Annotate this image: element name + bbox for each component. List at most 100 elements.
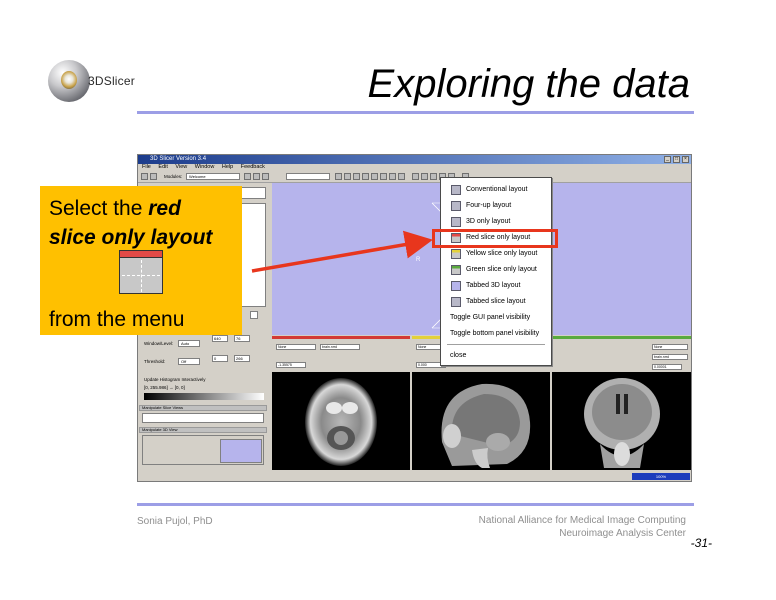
- menu-item-close[interactable]: close: [441, 348, 551, 364]
- maximize-button[interactable]: □: [673, 156, 680, 163]
- load-scene-icon[interactable]: [141, 173, 148, 180]
- menu-window[interactable]: Window: [195, 164, 215, 170]
- yellow-slice-view-sagittal[interactable]: [412, 372, 550, 470]
- green-slice-layout-icon: [451, 265, 461, 275]
- module-search-icon[interactable]: [262, 173, 269, 180]
- red-bg-select[interactable]: brain.nrrd: [320, 344, 360, 350]
- menu-item-label: Toggle bottom panel visibility: [450, 330, 540, 337]
- red-slice-stripe: [272, 336, 410, 339]
- sagittal-brain-image: [441, 383, 531, 468]
- tool-icon-4[interactable]: [362, 173, 369, 180]
- menu-item-green-slice-only-layout[interactable]: Green slice only layout: [441, 262, 551, 278]
- slicer-logo-icon: [48, 60, 90, 102]
- tool-icon-1[interactable]: [335, 173, 342, 180]
- save-icon[interactable]: [150, 173, 157, 180]
- red-fg-select[interactable]: None: [276, 344, 316, 350]
- green-fg-select[interactable]: None: [652, 344, 688, 350]
- green-slice-stripe: [552, 336, 691, 339]
- module-prev-icon[interactable]: [244, 173, 251, 180]
- menu-separator: [447, 344, 545, 345]
- menu-item-label: Conventional layout: [466, 186, 528, 193]
- status-bar: 100%: [272, 471, 691, 481]
- tool-icon-9[interactable]: [412, 173, 419, 180]
- menu-item-four-up-layout[interactable]: Four-up layout: [441, 198, 551, 214]
- menu-item-label: Yellow slice only layout: [466, 250, 538, 257]
- footer-institution-line1: National Alliance for Medical Image Comp…: [478, 515, 686, 526]
- tool-icon-6[interactable]: [380, 173, 387, 180]
- menu-item-label: Green slice only layout: [466, 266, 537, 273]
- threshold-max[interactable]: 266: [234, 355, 250, 362]
- top-divider: [137, 111, 694, 114]
- modules-label: Modules:: [164, 174, 183, 179]
- callout-text: Select the red slice only layout: [49, 194, 212, 252]
- close-window-button[interactable]: ×: [682, 156, 689, 163]
- callout-line1: Select the: [49, 197, 149, 220]
- callout-emphasis-red: red: [148, 197, 181, 220]
- menu-item-label: Four-up layout: [466, 202, 512, 209]
- module-selector[interactable]: Welcome: [186, 173, 240, 180]
- menu-item-yellow-slice-only-layout[interactable]: Yellow slice only layout: [441, 246, 551, 262]
- page-number: -31-: [690, 536, 712, 550]
- menu-item-label: Toggle GUI panel visibility: [450, 314, 531, 321]
- green-slice-controller: None brain.nrrd 0.00001: [552, 336, 691, 372]
- green-bg-select[interactable]: brain.nrrd: [652, 354, 688, 360]
- viewer-label-r: R: [416, 257, 421, 263]
- threshold-mode[interactable]: Off: [178, 358, 200, 365]
- tabbed-slice-layout-icon: [451, 297, 461, 307]
- menu-item-tabbed-3d-layout[interactable]: Tabbed 3D layout: [441, 278, 551, 294]
- slice-views-controls[interactable]: [142, 413, 264, 423]
- window-level-mode[interactable]: Auto: [178, 340, 200, 347]
- vertical-crosshair: [141, 260, 142, 292]
- window-titlebar: 3D Slicer Version 3.4 _ □ ×: [138, 155, 691, 164]
- callout-emphasis-layout: slice only layout: [49, 226, 213, 249]
- menu-item-toggle-gui-panel[interactable]: Toggle GUI panel visibility: [441, 310, 551, 326]
- histogram-gradient: [144, 393, 264, 400]
- histogram-range: [0, 255.986] → [0, 0]: [144, 385, 185, 390]
- window-value[interactable]: 640: [212, 335, 228, 342]
- tool-icon-7[interactable]: [389, 173, 396, 180]
- green-offset-field[interactable]: 0.00001: [652, 364, 682, 370]
- module-next-icon[interactable]: [253, 173, 260, 180]
- threshold-min[interactable]: 0: [212, 355, 228, 362]
- coronal-brain-image: [584, 378, 660, 468]
- tool-icon-11[interactable]: [430, 173, 437, 180]
- tool-icon-3[interactable]: [353, 173, 360, 180]
- callout-footer: from the menu: [49, 308, 185, 331]
- horizontal-crosshair: [122, 275, 160, 276]
- menu-view[interactable]: View: [175, 164, 187, 170]
- menu-feedback[interactable]: Feedback: [241, 164, 265, 170]
- manipulate-slice-views-header[interactable]: Manipulate Slice Views: [139, 405, 267, 411]
- histogram-checkbox[interactable]: Update Histogram Interactively: [144, 377, 206, 383]
- spin-icon[interactable]: [250, 311, 258, 319]
- green-slice-view-coronal[interactable]: [552, 372, 691, 470]
- highlight-box: [432, 229, 558, 248]
- tool-icon-2[interactable]: [344, 173, 351, 180]
- tool-icon-10[interactable]: [421, 173, 428, 180]
- menubar: File Edit View Window Help Feedback: [138, 164, 691, 171]
- progress-bar: 100%: [632, 473, 690, 480]
- red-bar: [120, 251, 162, 258]
- menu-item-3d-only-layout[interactable]: 3D only layout: [441, 214, 551, 230]
- axial-brain-image: [305, 378, 377, 466]
- menu-item-label: Tabbed slice layout: [466, 298, 526, 305]
- menu-edit[interactable]: Edit: [158, 164, 167, 170]
- threshold-label: Threshold:: [144, 359, 166, 364]
- manipulate-3d-view-header[interactable]: Manipulate 3D View: [139, 427, 267, 433]
- red-slice-view-axial[interactable]: [272, 372, 410, 470]
- menu-file[interactable]: File: [142, 164, 151, 170]
- yellow-slice-layout-icon: [451, 249, 461, 259]
- menu-item-toggle-bottom-panel[interactable]: Toggle bottom panel visibility: [441, 326, 551, 342]
- tabbed-3d-layout-icon: [451, 281, 461, 291]
- minimize-button[interactable]: _: [664, 156, 671, 163]
- instruction-callout: Select the red slice only layout from th…: [40, 186, 242, 335]
- red-offset-field[interactable]: -1.35575: [276, 362, 306, 368]
- tool-icon-5[interactable]: [371, 173, 378, 180]
- red-slice-layout-icon: [119, 250, 163, 294]
- level-value[interactable]: 76: [234, 335, 250, 342]
- menu-help[interactable]: Help: [222, 164, 233, 170]
- search-modules-field[interactable]: [286, 173, 330, 180]
- menu-item-tabbed-slice-layout[interactable]: Tabbed slice layout: [441, 294, 551, 310]
- menu-item-conventional-layout[interactable]: Conventional layout: [441, 182, 551, 198]
- tool-icon-8[interactable]: [398, 173, 405, 180]
- conventional-layout-icon: [451, 185, 461, 195]
